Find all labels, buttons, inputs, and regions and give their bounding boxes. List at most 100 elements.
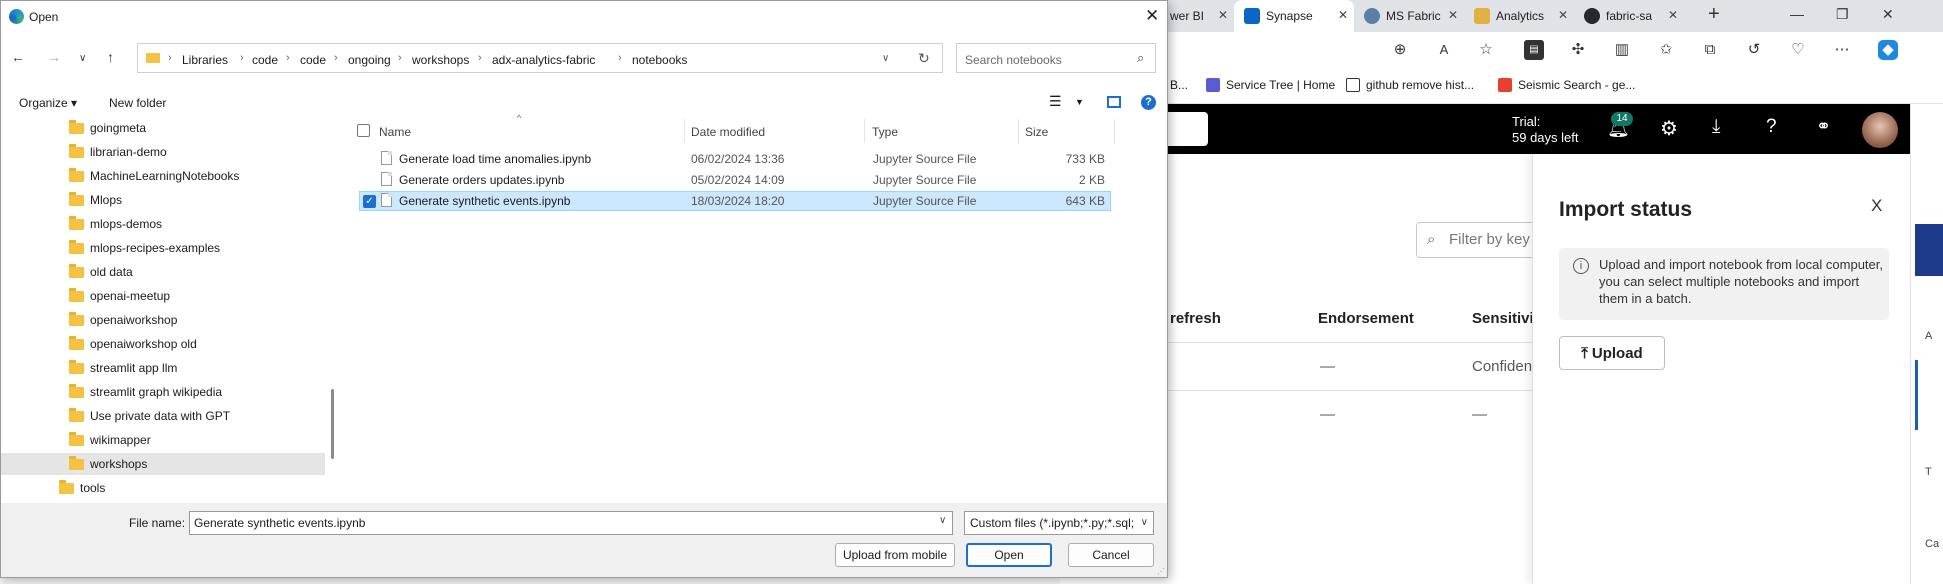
- tree-item[interactable]: openaiworkshop: [1, 309, 325, 331]
- preview-pane-icon[interactable]: [1107, 96, 1121, 108]
- breadcrumb-item[interactable]: workshops: [412, 53, 469, 67]
- tree-item[interactable]: mlops-demos: [1, 213, 325, 235]
- close-icon[interactable]: X: [1871, 196, 1882, 216]
- cancel-button[interactable]: Cancel: [1068, 543, 1154, 567]
- favorite-item[interactable]: B...: [1170, 78, 1188, 92]
- column-header-endorsement[interactable]: Endorsement: [1318, 310, 1414, 327]
- column-header-date[interactable]: Date modified: [691, 125, 765, 139]
- history-icon[interactable]: ↺: [1744, 40, 1764, 60]
- close-tab-icon[interactable]: ✕: [1448, 8, 1458, 22]
- more-icon[interactable]: ⋯: [1832, 40, 1852, 60]
- breadcrumb-item[interactable]: Libraries: [182, 53, 228, 67]
- tree-item[interactable]: mlops-recipes-examples: [1, 237, 325, 259]
- file-row[interactable]: Generate load time anomalies.ipynb 06/02…: [359, 149, 1111, 169]
- tree-item[interactable]: goingmeta: [1, 117, 325, 139]
- close-tab-icon[interactable]: ✕: [1558, 8, 1568, 22]
- tree-item[interactable]: streamlit graph wikipedia: [1, 381, 325, 403]
- tab-github[interactable]: fabric-sa ✕: [1574, 0, 1684, 32]
- breadcrumb-item[interactable]: code: [300, 53, 326, 67]
- gear-icon[interactable]: ⚙: [1660, 116, 1678, 141]
- chevron-down-icon[interactable]: ∨: [939, 515, 946, 526]
- row-checkbox[interactable]: ✓: [363, 195, 376, 208]
- file-name-field[interactable]: Generate synthetic events.ipynb: [189, 511, 953, 535]
- resize-grip-icon[interactable]: ⋰: [1157, 567, 1165, 576]
- file-row[interactable]: Generate orders updates.ipynb 05/02/2024…: [359, 170, 1111, 190]
- new-folder-button[interactable]: New folder: [109, 96, 166, 110]
- tab-synapse[interactable]: Synapse ✕: [1234, 0, 1354, 32]
- close-tab-icon[interactable]: ✕: [1218, 8, 1228, 22]
- open-button[interactable]: Open: [966, 543, 1052, 567]
- tab-power-bi[interactable]: wer BI ✕: [1160, 0, 1234, 32]
- tree-item-selected[interactable]: workshops: [1, 453, 325, 475]
- favorites-icon[interactable]: ✩: [1656, 40, 1676, 60]
- read-aloud-icon[interactable]: A: [1434, 40, 1454, 60]
- close-tab-icon[interactable]: ✕: [1668, 8, 1678, 22]
- view-options-icon[interactable]: ☰: [1049, 93, 1062, 110]
- favorite-item[interactable]: Service Tree | Home: [1206, 78, 1335, 92]
- search-field[interactable]: [1168, 112, 1208, 146]
- column-header-type[interactable]: Type: [872, 125, 898, 139]
- help-icon[interactable]: ?: [1766, 116, 1777, 138]
- column-divider[interactable]: [864, 119, 865, 143]
- breadcrumb[interactable]: › Libraries › code › code › ongoing › wo…: [137, 43, 943, 73]
- close-tab-icon[interactable]: ✕: [1338, 8, 1348, 22]
- tree-item[interactable]: librarian-demo: [1, 141, 325, 163]
- restore-icon[interactable]: ❐: [1836, 6, 1849, 23]
- tree-scrollbar[interactable]: [331, 389, 334, 459]
- select-all-checkbox[interactable]: [357, 124, 370, 137]
- breadcrumb-item[interactable]: notebooks: [632, 53, 687, 67]
- back-icon[interactable]: ←: [11, 49, 25, 65]
- tree-item[interactable]: openaiworkshop old: [1, 333, 325, 355]
- column-header-size[interactable]: Size: [1025, 125, 1048, 139]
- column-divider[interactable]: [1018, 119, 1019, 143]
- recent-locations-icon[interactable]: ∨: [79, 53, 86, 64]
- column-divider[interactable]: [684, 119, 685, 143]
- tree-item[interactable]: tools: [1, 477, 325, 499]
- file-row-selected[interactable]: ✓ Generate synthetic events.ipynb 18/03/…: [359, 191, 1111, 211]
- chevron-down-icon[interactable]: ∨: [882, 53, 889, 64]
- column-divider[interactable]: [1114, 119, 1115, 143]
- file-type-filter[interactable]: Custom files (*.ipynb;*.py;*.sql; ∨: [964, 511, 1154, 535]
- column-header-sensitivity[interactable]: Sensitivit: [1472, 310, 1539, 327]
- share-icon[interactable]: ⚭: [1816, 116, 1831, 137]
- upload-from-mobile-button[interactable]: Upload from mobile: [835, 543, 955, 567]
- chevron-down-icon[interactable]: ▼: [1075, 97, 1084, 107]
- zoom-icon[interactable]: ⊕: [1390, 40, 1410, 60]
- column-header-name[interactable]: Name: [379, 125, 411, 139]
- side-panel-tab[interactable]: [1915, 224, 1943, 276]
- new-tab-button[interactable]: +: [1708, 3, 1720, 26]
- breadcrumb-item[interactable]: code: [252, 53, 278, 67]
- favorite-item[interactable]: Seismic Search - ge...: [1498, 78, 1635, 92]
- split-screen-icon[interactable]: ▥: [1612, 40, 1632, 60]
- favorite-star-icon[interactable]: ☆: [1476, 40, 1496, 60]
- favorite-item[interactable]: github remove hist...: [1346, 78, 1474, 92]
- minimize-icon[interactable]: —: [1790, 6, 1804, 22]
- extensions-icon[interactable]: ✣: [1568, 40, 1588, 60]
- tree-item[interactable]: old data: [1, 261, 325, 283]
- column-header-refresh[interactable]: refresh: [1170, 310, 1221, 327]
- tree-item[interactable]: MachineLearningNotebooks: [1, 165, 325, 187]
- close-icon[interactable]: ✕: [1145, 6, 1159, 26]
- organize-button[interactable]: Organize ▾: [19, 96, 77, 110]
- forward-icon[interactable]: →: [47, 49, 61, 65]
- tree-item[interactable]: streamlit app llm: [1, 357, 325, 379]
- breadcrumb-item[interactable]: ongoing: [348, 53, 391, 67]
- tree-item[interactable]: Use private data with GPT: [1, 405, 325, 427]
- terminal-extension-icon[interactable]: ▤: [1524, 40, 1544, 60]
- collections-icon[interactable]: ⧉: [1700, 40, 1720, 60]
- tree-item[interactable]: Mlops: [1, 189, 325, 211]
- help-icon[interactable]: ?: [1141, 95, 1156, 110]
- tab-analytics[interactable]: Analytics ✕: [1464, 0, 1574, 32]
- refresh-icon[interactable]: ↻: [918, 50, 930, 67]
- upload-button[interactable]: ⤒ Upload: [1559, 336, 1665, 370]
- tree-item[interactable]: wikimapper: [1, 429, 325, 451]
- tab-ms-fabric[interactable]: MS Fabric ✕: [1354, 0, 1464, 32]
- tree-item[interactable]: openai-meetup: [1, 285, 325, 307]
- breadcrumb-item[interactable]: adx-analytics-fabric: [492, 53, 595, 67]
- performance-icon[interactable]: ♡: [1788, 40, 1808, 60]
- up-icon[interactable]: ↑: [107, 49, 114, 65]
- avatar[interactable]: [1862, 112, 1898, 148]
- download-icon[interactable]: ⤓: [1712, 116, 1720, 138]
- close-window-icon[interactable]: ✕: [1882, 6, 1894, 23]
- copilot-icon[interactable]: ◆: [1878, 40, 1898, 60]
